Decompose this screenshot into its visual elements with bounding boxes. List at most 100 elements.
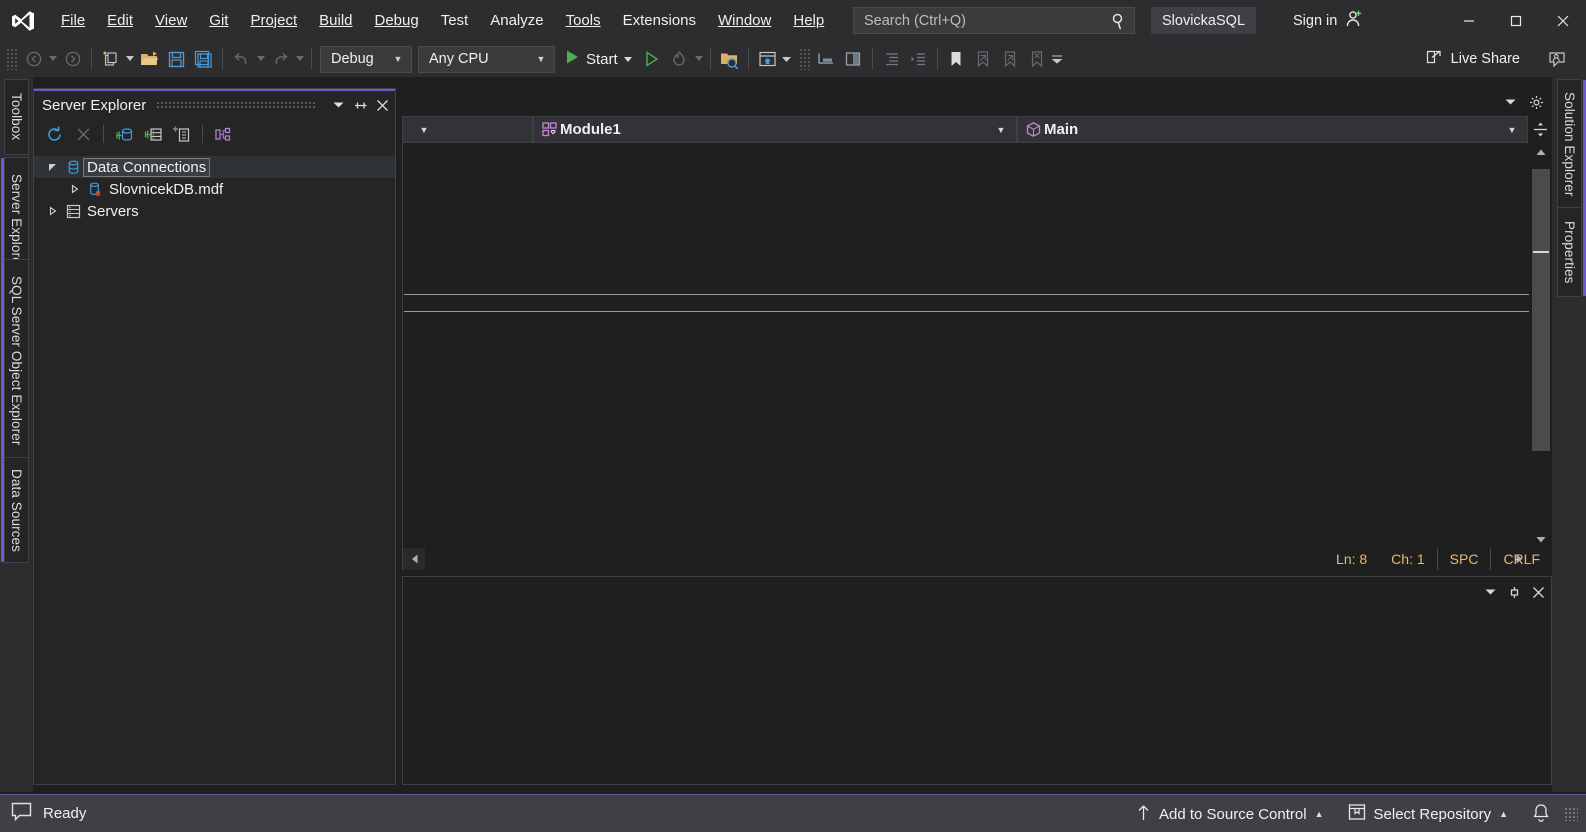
save-button[interactable]: [163, 44, 190, 74]
pin-icon[interactable]: [349, 93, 371, 117]
nav-type-select[interactable]: Module1 ▼: [533, 116, 1017, 143]
live-share-button[interactable]: Live Share: [1417, 44, 1528, 74]
redo-caret-icon[interactable]: [294, 56, 306, 62]
solution-platform-select[interactable]: Any CPU ▼: [418, 46, 555, 73]
scroll-left-button[interactable]: [403, 548, 425, 570]
sidebar-item-sql-server-object-explorer[interactable]: SQL Server Object Explorer: [4, 259, 29, 463]
solution-home-caret-icon[interactable]: [781, 56, 793, 63]
navigate-forward-button[interactable]: [59, 44, 86, 74]
toggle-bookmark-button[interactable]: [943, 44, 970, 74]
pin-icon[interactable]: [1503, 580, 1525, 604]
close-icon[interactable]: [1527, 580, 1549, 604]
connect-server-icon[interactable]: [139, 121, 167, 147]
menu-test[interactable]: Test: [430, 0, 480, 41]
add-server-icon[interactable]: [168, 121, 196, 147]
panel-menu-button[interactable]: [327, 93, 349, 117]
gear-icon[interactable]: [1524, 90, 1548, 114]
indentation-mode-status[interactable]: SPC: [1437, 548, 1491, 570]
open-file-button[interactable]: [136, 44, 163, 74]
toolbar-grip-2[interactable]: [799, 48, 811, 70]
hot-reload-caret-icon[interactable]: [693, 56, 705, 62]
tree-item-slovnicekdb[interactable]: SlovnicekDB.mdf: [34, 178, 395, 200]
menu-window[interactable]: Window: [707, 0, 782, 41]
menu-debug[interactable]: Debug: [364, 0, 430, 41]
menu-extensions[interactable]: Extensions: [612, 0, 707, 41]
chevron-collapsed-icon[interactable]: [66, 184, 84, 194]
sidebar-item-solution-explorer[interactable]: Solution Explorer: [1557, 79, 1582, 209]
connect-database-icon[interactable]: [110, 121, 138, 147]
toolbar-grip[interactable]: [6, 48, 18, 70]
menu-help[interactable]: Help: [782, 0, 835, 41]
notifications-button[interactable]: [1520, 795, 1562, 832]
close-x-icon[interactable]: [69, 121, 97, 147]
increase-indent-button[interactable]: [905, 44, 932, 74]
select-repository-button[interactable]: Select Repository ▲: [1336, 795, 1520, 832]
panel-menu-button[interactable]: [1479, 580, 1501, 604]
start-debug-button[interactable]: Start: [558, 44, 639, 74]
add-to-source-control-button[interactable]: Add to Source Control ▲: [1124, 795, 1336, 832]
hot-reload-button[interactable]: [666, 44, 693, 74]
close-button[interactable]: [1539, 0, 1586, 41]
scroll-up-button[interactable]: [1530, 143, 1552, 161]
sidebar-item-properties[interactable]: Properties: [1557, 207, 1582, 297]
toolbar-overflow-caret-icon[interactable]: [1051, 55, 1063, 64]
panel-drag-handle[interactable]: [156, 101, 317, 109]
sidebar-item-toolbox[interactable]: Toolbox: [4, 79, 29, 155]
solution-home-button[interactable]: [754, 44, 781, 74]
chevron-collapsed-icon[interactable]: [44, 206, 62, 216]
editor-vertical-scrollbar[interactable]: [1530, 143, 1552, 548]
live-share-session-icon[interactable]: [1540, 44, 1574, 74]
toolbar-separator: [91, 48, 92, 70]
save-all-button[interactable]: [190, 44, 217, 74]
nav-project-select[interactable]: ▼: [402, 116, 533, 143]
line-ending-status[interactable]: CRLF: [1490, 548, 1552, 570]
decrease-indent-button[interactable]: [878, 44, 905, 74]
minimize-button[interactable]: [1445, 0, 1492, 41]
start-without-debugging-button[interactable]: [639, 44, 666, 74]
nav-member-value: Main: [1044, 121, 1084, 138]
menu-view[interactable]: View: [144, 0, 198, 41]
scrollbar-thumb[interactable]: [1532, 169, 1550, 451]
tree-item-servers[interactable]: Servers: [34, 200, 395, 222]
new-project-caret-icon[interactable]: [124, 56, 136, 62]
search-solution-explorer-button[interactable]: [716, 44, 743, 74]
project-name-badge[interactable]: SlovickaSQL: [1151, 7, 1256, 34]
solution-configuration-select[interactable]: Debug ▼: [320, 46, 412, 73]
sign-in-button[interactable]: Sign in: [1285, 0, 1372, 41]
redo-button[interactable]: [267, 44, 294, 74]
previous-bookmark-button[interactable]: [970, 44, 997, 74]
search-input[interactable]: [864, 13, 1110, 29]
sidebar-item-data-sources[interactable]: Data Sources: [4, 457, 29, 563]
menu-analyze[interactable]: Analyze: [479, 0, 554, 41]
scroll-down-button[interactable]: [1530, 530, 1552, 548]
close-icon[interactable]: [371, 93, 393, 117]
toggle-right-pane-button[interactable]: [840, 44, 867, 74]
object-relations-icon[interactable]: [209, 121, 237, 147]
tree-item-data-connections[interactable]: Data Connections: [34, 156, 395, 178]
toggle-bottom-pane-button[interactable]: [813, 44, 840, 74]
maximize-button[interactable]: [1492, 0, 1539, 41]
code-editor[interactable]: [402, 143, 1552, 570]
undo-caret-icon[interactable]: [255, 56, 267, 62]
menu-tools[interactable]: Tools: [555, 0, 612, 41]
menu-git[interactable]: Git: [198, 0, 239, 41]
menu-project[interactable]: Project: [239, 0, 308, 41]
chevron-expanded-icon[interactable]: [44, 162, 62, 172]
menu-edit[interactable]: Edit: [96, 0, 144, 41]
resize-grip[interactable]: [1564, 807, 1578, 821]
split-window-button[interactable]: [1528, 116, 1552, 143]
new-project-button[interactable]: [97, 44, 124, 74]
search-box[interactable]: [853, 7, 1135, 34]
menu-build[interactable]: Build: [308, 0, 363, 41]
nav-member-select[interactable]: Main ▼: [1017, 116, 1528, 143]
menu-file[interactable]: File: [50, 0, 96, 41]
toolbar-separator-5: [748, 48, 749, 70]
code-editor-text-area[interactable]: [403, 143, 1530, 548]
navigate-backward-button[interactable]: [20, 44, 47, 74]
navigate-backward-caret-icon[interactable]: [47, 56, 59, 62]
editor-dropdown-button[interactable]: [1498, 90, 1522, 114]
clear-bookmarks-button[interactable]: [1024, 44, 1051, 74]
undo-button[interactable]: [228, 44, 255, 74]
refresh-icon[interactable]: [40, 121, 68, 147]
next-bookmark-button[interactable]: [997, 44, 1024, 74]
